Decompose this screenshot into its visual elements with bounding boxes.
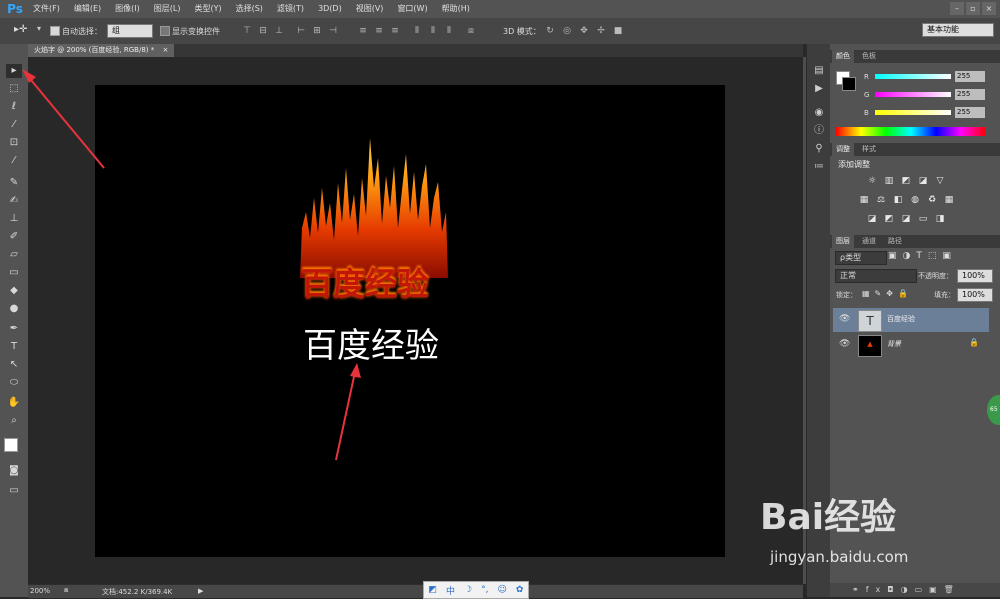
channel-r-label: R [864,73,869,81]
status-preview-icon[interactable]: ⧈ [64,586,68,595]
channel-g-slider[interactable] [875,92,951,97]
ime-settings-icon[interactable]: ✿ [516,585,524,595]
blend-mode-value: 正常 [840,271,856,280]
fill-value: 100% [962,290,985,299]
tab-layers[interactable]: 图层 [832,235,854,248]
text-layer-thumb-icon: T [858,310,882,332]
ime-punctuation-icon[interactable]: ☽ [464,585,472,595]
tab-swatches[interactable]: 色板 [858,50,880,63]
brightness-icon[interactable]: ☼ [866,176,878,187]
opacity-input[interactable]: 100% [957,269,993,283]
history-panel-icon[interactable]: ▤ [811,64,827,78]
layer-row-background[interactable]: 👁 ▲ 背景 🔒 [833,333,989,357]
ime-toolbar[interactable]: ◩ 中 ☽ °, ☺ ✿ [423,581,529,599]
curves-icon[interactable]: ◩ [900,176,912,187]
black-white-icon[interactable]: ◧ [892,195,904,206]
threshold-icon[interactable]: ◪ [900,214,912,225]
levels-icon[interactable]: ▥ [883,176,895,187]
layer-lock-icon: 🔒 [969,338,979,347]
layer-name-text[interactable]: 百度经验 [887,314,915,324]
color-panel-header: 颜色 色板 [830,50,1000,63]
layer-filter-icons[interactable]: ▣◑T⬚▣ [888,251,957,261]
background-visibility-eye-icon[interactable]: 👁 [839,339,850,349]
exposure-icon[interactable]: ◪ [917,176,929,187]
channel-g-label: G [864,91,870,99]
properties-panel-icon[interactable]: ⓘ [811,124,827,138]
posterize-icon[interactable]: ◩ [883,214,895,225]
channel-b-slider[interactable] [875,110,951,115]
tab-adjustments[interactable]: 调整 [832,143,854,156]
invert-icon[interactable]: ◪ [866,214,878,225]
channel-b-value[interactable]: 255 [955,107,985,118]
channel-r-slider[interactable] [875,74,951,79]
color-spectrum-bar[interactable] [836,127,986,136]
opacity-label: 不透明度： [918,272,953,280]
gradient-map-icon[interactable]: ▭ [917,214,929,225]
watermark-url: jingyan.baidu.com [770,548,909,566]
tab-color[interactable]: 颜色 [832,50,854,63]
layer-visibility-eye-icon[interactable]: 👁 [839,314,850,324]
ime-symbol-icon[interactable]: °, [481,585,488,595]
selective-color-icon[interactable]: ◨ [934,214,946,225]
blend-mode-dropdown[interactable]: 正常 [835,269,917,283]
layers-footer: ⚭fx◘◑▭▣🗑 [830,583,1000,597]
lock-icons[interactable]: ▦✎✥🔒 [862,289,913,298]
layer-name-background[interactable]: 背景 [887,339,901,349]
opacity-value: 100% [962,271,985,280]
ime-chinese-mode[interactable]: 中 [446,584,455,597]
status-menu-arrow-icon[interactable]: ▶ [198,587,203,595]
lock-label: 锁定： [836,291,857,299]
layers-panel-header: 图层 通道 路径 [830,235,1000,248]
hue-saturation-icon[interactable]: ▦ [858,195,870,206]
layer-filter-dropdown[interactable]: ρ类型 [835,251,887,265]
document-info: 文档:452.2 K/369.4K [102,588,173,596]
fill-label: 填充： [934,291,955,299]
layer-filter-value: ρ类型 [840,253,862,262]
fill-input[interactable]: 100% [957,288,993,302]
baidu-watermark: Bai经验 jingyan.baidu.com [760,488,1000,578]
actions-play-icon[interactable]: ▶ [811,82,827,96]
tab-paths[interactable]: 路径 [884,235,906,248]
channel-mixer-icon[interactable]: ♻ [926,195,938,206]
watermark-brand: Bai经验 [760,497,897,538]
color-bg-swatch[interactable] [842,77,856,91]
layers-footer-icons[interactable]: ⚭fx◘◑▭▣🗑 [852,585,961,594]
tab-styles[interactable]: 样式 [858,143,880,156]
zoom-level[interactable]: 200% [30,587,50,595]
channel-r-value[interactable]: 255 [955,71,985,82]
adjust-panel-icon[interactable]: ≔ [811,160,827,174]
info-panel-icon[interactable]: ◉ [811,106,827,120]
tab-channels[interactable]: 通道 [858,235,880,248]
status-bar: 200% ⧈ 文档:452.2 K/369.4K ▶ [28,584,803,598]
channel-b-label: B [864,109,869,117]
vibrance-icon[interactable]: ▽ [934,176,946,187]
add-adjustment-title: 添加调整 [838,160,870,169]
layer-row-text[interactable]: 👁 T 百度经验 [833,308,989,332]
ime-user-icon[interactable]: ☺ [497,585,506,595]
adjustments-panel-header: 调整 样式 [830,143,1000,156]
color-balance-icon[interactable]: ⚖ [875,195,887,206]
brush-panel-icon[interactable]: ⚲ [811,142,827,156]
background-layer-thumb: ▲ [858,335,882,357]
color-lookup-icon[interactable]: ▦ [943,195,955,206]
photo-filter-icon[interactable]: ◍ [909,195,921,206]
channel-g-value[interactable]: 255 [955,89,985,100]
ime-logo-icon[interactable]: ◩ [429,585,438,595]
